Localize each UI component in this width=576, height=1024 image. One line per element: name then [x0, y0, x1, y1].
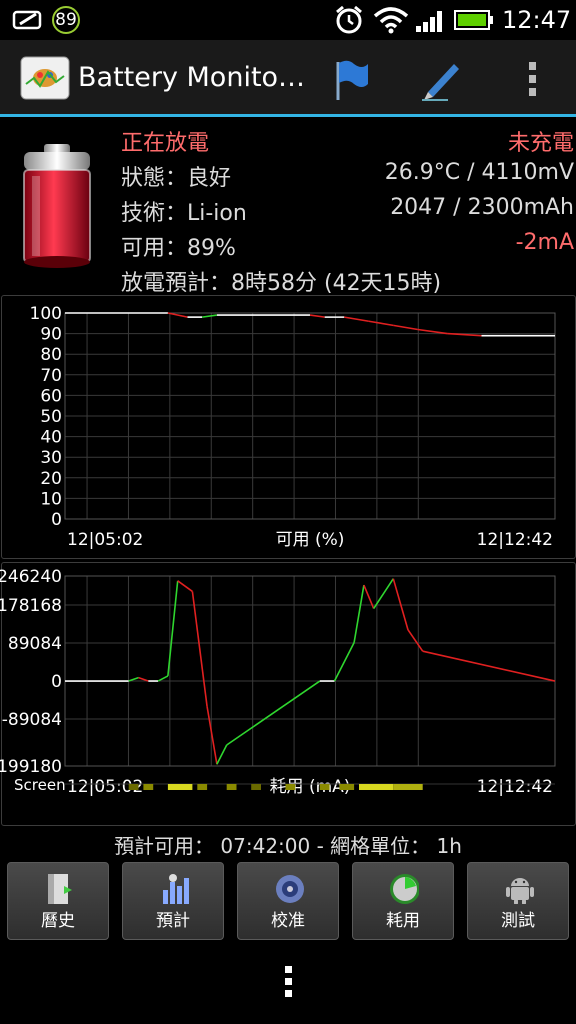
series-segment	[309, 314, 325, 318]
series-segment	[128, 676, 139, 682]
y-tick-label: 0	[51, 672, 62, 692]
screen-on-segment	[167, 784, 193, 790]
y-tick-label: 10	[40, 489, 62, 509]
technology-label: 技術：Li-ion	[121, 201, 247, 226]
y-tick-label: 40	[40, 428, 62, 448]
discharge-status: 正在放電	[121, 131, 210, 156]
y-tick-label: -89084	[2, 710, 62, 730]
overflow-menu-icon[interactable]	[526, 60, 538, 98]
usage-button[interactable]: 耗用	[352, 862, 454, 940]
screen-on-segment	[251, 784, 261, 790]
y-tick-label: 70	[40, 366, 62, 386]
current-value: -2mA	[515, 230, 574, 255]
series-segment	[407, 629, 424, 652]
x-end-label: 12|12:42	[477, 530, 553, 550]
y-tick-label: 246240	[0, 567, 62, 587]
y-tick-label: 30	[40, 448, 62, 468]
x-axis-title: 可用 (%)	[276, 530, 345, 550]
calibrate-label: 校准	[271, 911, 305, 931]
plot-frame	[64, 575, 556, 767]
series-segment	[417, 328, 448, 335]
calibrate-button[interactable]: 校准	[237, 862, 339, 940]
series-segment	[206, 706, 218, 765]
history-button[interactable]: 曆史	[7, 862, 109, 940]
discharge-estimate: 放電預計：8時58分 (42天15時)	[121, 271, 442, 296]
estimate-icon	[163, 874, 189, 904]
menu-dots-icon[interactable]	[284, 966, 292, 1002]
y-tick-label: 89084	[8, 634, 62, 654]
y-tick-label: 100	[30, 304, 62, 324]
series-segment	[216, 744, 228, 765]
battery-status-icon	[454, 10, 493, 30]
y-tick-label: 80	[40, 345, 62, 365]
flag-icon[interactable]	[332, 58, 372, 102]
pencil-icon[interactable]	[418, 56, 464, 102]
level-chart: 100908070605040302010012|05:02 可用 (%) 12|1…	[30, 304, 556, 550]
y-tick-label: 60	[40, 386, 62, 406]
estimate-label: 預計	[156, 911, 190, 931]
screen-on-segment	[339, 784, 355, 790]
prediction-line: 預計可用： 07:42:00 - 網格單位： 1h	[114, 834, 462, 858]
screen-on-segment	[143, 784, 154, 790]
y-tick-label: 50	[40, 407, 62, 427]
app-title: Battery Monito…	[78, 62, 306, 93]
level-label: 可用：89%	[121, 236, 236, 261]
series-segment	[344, 316, 369, 323]
usage-icon	[390, 874, 419, 904]
notification-icon	[12, 10, 42, 30]
x-end-label: 12|12:42	[477, 777, 553, 797]
history-icon	[48, 874, 72, 904]
history-label: 曆史	[41, 911, 75, 931]
clock: 12:47	[502, 6, 572, 34]
battery-graphic	[23, 144, 91, 268]
series-segment	[422, 650, 556, 682]
series-segment	[353, 584, 365, 643]
series-segment	[368, 320, 394, 327]
notification-count-badge: 89	[52, 6, 80, 34]
y-tick-label: 90	[40, 325, 62, 345]
series-segment	[202, 314, 218, 318]
charge-status: 未充電	[507, 131, 574, 156]
screen-on-segment	[393, 784, 423, 790]
y-tick-label: -199180	[0, 757, 62, 777]
y-tick-label: 178168	[0, 596, 62, 616]
health-label: 狀態：良好	[121, 166, 232, 191]
series-segment	[167, 312, 188, 318]
current-chart: 246240178168890840-89084-19918012|05:02耗…	[0, 567, 556, 797]
series-segment	[177, 580, 193, 593]
series-segment	[392, 578, 409, 631]
screen-row-label: Screen	[14, 776, 66, 794]
screen-on-segment	[359, 784, 394, 790]
x-start-label: 12|05:02	[67, 530, 143, 550]
wifi-icon	[373, 7, 409, 34]
screen-on-segment	[285, 784, 296, 790]
alarm-icon	[336, 5, 362, 34]
series-segment	[333, 642, 355, 682]
android-icon	[506, 878, 534, 904]
test-button[interactable]: 測試	[467, 862, 569, 940]
status-bar: 89 12:47	[0, 0, 576, 40]
series-segment	[393, 324, 418, 331]
y-tick-label: 20	[40, 469, 62, 489]
temp-voltage: 26.9°C / 4110mV	[384, 160, 574, 185]
screen-on-segment	[226, 784, 237, 790]
screen-on-segment	[197, 784, 208, 790]
screen-on-segment	[128, 784, 139, 790]
app-icon[interactable]	[20, 56, 70, 100]
calibrate-icon	[276, 875, 304, 903]
screen-on-segment	[319, 784, 330, 790]
series-segment	[138, 676, 149, 682]
x-axis-title: 耗用 (mA)	[270, 777, 351, 797]
y-tick-label: 0	[51, 510, 62, 530]
series-segment	[191, 591, 208, 707]
series-segment	[226, 680, 321, 746]
capacity-value: 2047 / 2300mAh	[390, 195, 574, 220]
series-segment	[157, 675, 169, 682]
estimate-button[interactable]: 預計	[122, 862, 224, 940]
signal-icon	[416, 11, 442, 32]
test-label: 測試	[501, 911, 535, 931]
usage-label: 耗用	[386, 911, 420, 931]
